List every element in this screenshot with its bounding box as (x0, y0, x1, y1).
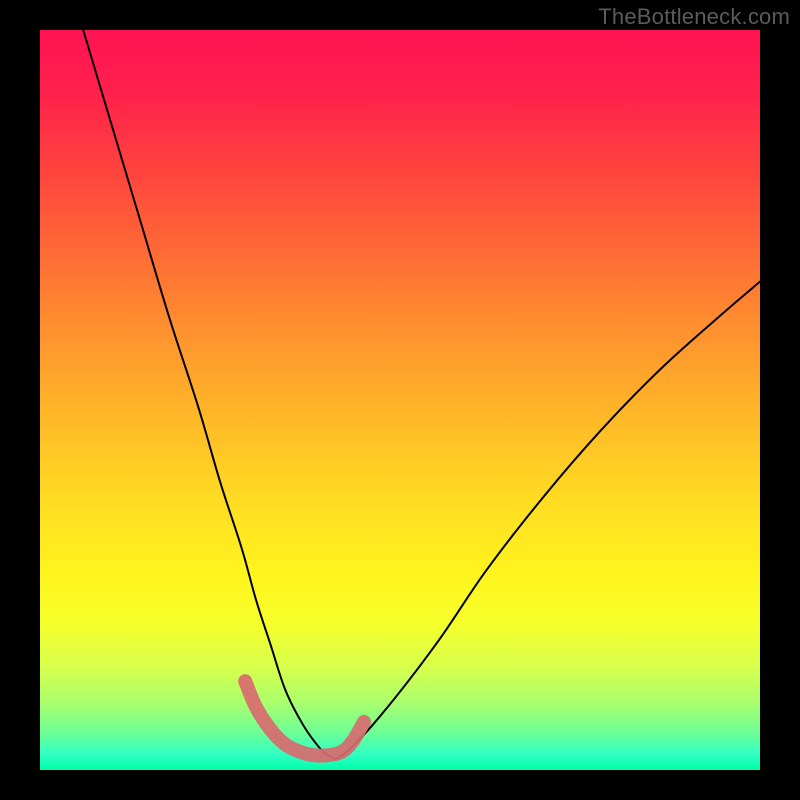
series-group (83, 30, 760, 759)
series-bottleneck-curve (83, 30, 760, 759)
series-highlight-valley (245, 681, 364, 755)
chart-frame: TheBottleneck.com (0, 0, 800, 800)
watermark-text: TheBottleneck.com (598, 4, 790, 30)
plot-area (40, 30, 760, 770)
chart-svg (40, 30, 760, 770)
